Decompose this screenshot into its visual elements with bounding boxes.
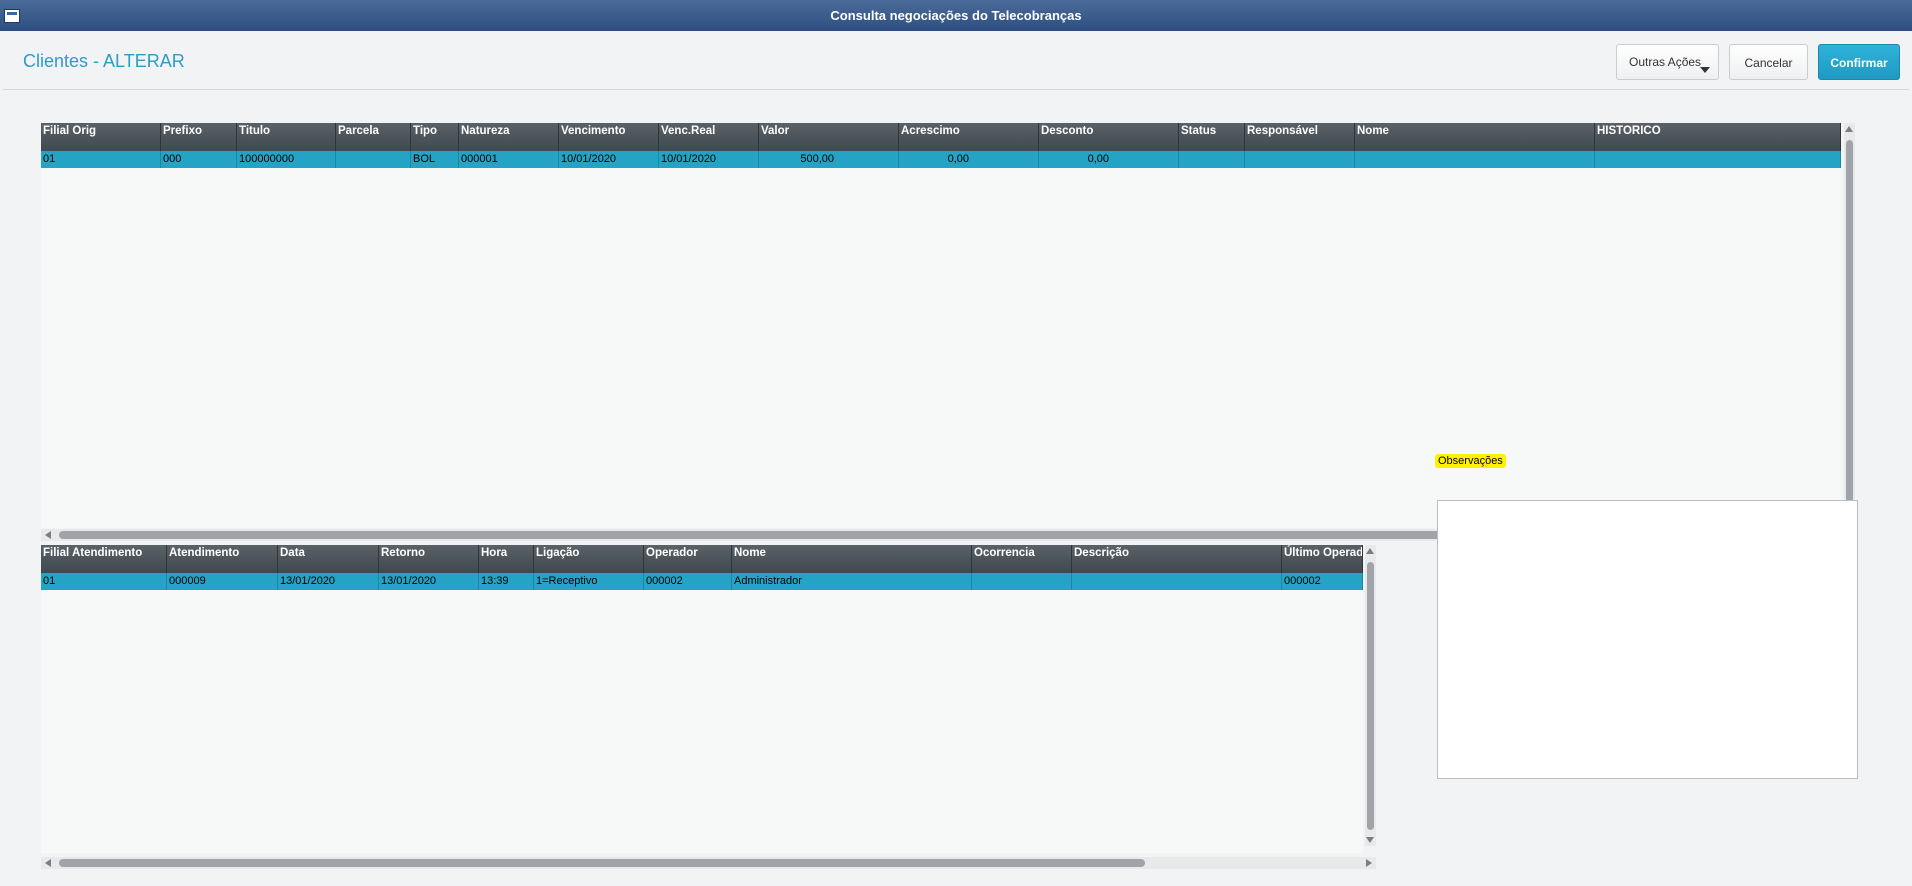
column-header[interactable]: HISTORICO [1595, 123, 1841, 151]
column-header[interactable]: Desconto [1039, 123, 1179, 151]
table-cell: 0,00 [899, 151, 1039, 168]
titles-grid-vertical-scrollbar[interactable] [1844, 123, 1855, 518]
table-cell: BOL [411, 151, 459, 168]
scroll-up-icon[interactable] [1366, 548, 1374, 554]
table-cell: 000002 [1282, 573, 1363, 590]
column-header[interactable]: Atendimento [167, 545, 278, 573]
column-header[interactable]: Data [278, 545, 379, 573]
table-cell: 000 [161, 151, 237, 168]
table-cell: 10/01/2020 [659, 151, 759, 168]
column-header[interactable]: Acrescimo [899, 123, 1039, 151]
table-cell: 10/01/2020 [559, 151, 659, 168]
atendimentos-grid-horizontal-scrollbar[interactable] [41, 857, 1376, 869]
table-cell: 000001 [459, 151, 559, 168]
table-cell: 01 [41, 151, 161, 168]
column-header[interactable]: Nome [1355, 123, 1595, 151]
scroll-right-icon[interactable] [1366, 859, 1372, 867]
column-header[interactable]: Tipo [411, 123, 459, 151]
scroll-thumb[interactable] [1367, 562, 1374, 830]
atendimentos-grid[interactable]: Filial Atendimento Atendimento Data Retorno… [41, 545, 1363, 853]
table-cell: 000009 [167, 573, 278, 590]
more-actions-button[interactable]: Outras Ações [1616, 44, 1719, 80]
scroll-thumb[interactable] [1846, 140, 1853, 503]
window-titlebar: Consulta negociações do Telecobranças [0, 0, 1912, 31]
table-cell: 13/01/2020 [278, 573, 379, 590]
chevron-down-icon [1700, 67, 1710, 73]
observacoes-label: Observações [1435, 454, 1506, 468]
column-header[interactable]: Hora [479, 545, 534, 573]
scroll-left-icon[interactable] [45, 859, 51, 867]
table-cell: 000002 [644, 573, 732, 590]
table-cell [1072, 573, 1282, 590]
scroll-up-icon[interactable] [1845, 126, 1853, 132]
titles-grid[interactable]: Filial Orig Prefixo Titulo Parcela Tipo Natur… [41, 123, 1841, 528]
column-header[interactable]: Nome [732, 545, 972, 573]
column-header[interactable]: Natureza [459, 123, 559, 151]
column-header[interactable]: Titulo [237, 123, 336, 151]
column-header[interactable]: Filial Orig [41, 123, 161, 151]
table-row[interactable]: 01 000 100000000 BOL 000001 10/01/2020 10/01/2… [41, 151, 1841, 168]
table-cell [1355, 151, 1595, 168]
column-header[interactable]: Filial Atendimento [41, 545, 167, 573]
column-header[interactable]: Descrição [1072, 545, 1282, 573]
table-cell: 13/01/2020 [379, 573, 479, 590]
table-cell [1245, 151, 1355, 168]
cancel-button[interactable]: Cancelar [1729, 44, 1808, 80]
table-cell: 13:39 [479, 573, 534, 590]
column-header[interactable]: Ligação [534, 545, 644, 573]
table-cell: 100000000 [237, 151, 336, 168]
column-header[interactable]: Último Operado [1282, 545, 1363, 573]
atendimentos-grid-vertical-scrollbar[interactable] [1365, 545, 1376, 846]
page-title: Clientes - ALTERAR [23, 51, 185, 71]
column-header[interactable]: Operador [644, 545, 732, 573]
table-cell: 1=Receptivo [534, 573, 644, 590]
table-cell: 01 [41, 573, 167, 590]
observacoes-textarea[interactable] [1437, 500, 1858, 779]
table-cell: 0,00 [1039, 151, 1179, 168]
table-cell [1179, 151, 1245, 168]
table-cell [1595, 151, 1841, 168]
column-header[interactable]: Valor [759, 123, 899, 151]
column-header[interactable]: Venc.Real [659, 123, 759, 151]
column-header[interactable]: Retorno [379, 545, 479, 573]
scroll-left-icon[interactable] [45, 531, 51, 539]
column-header[interactable]: Ocorrencia [972, 545, 1072, 573]
titles-grid-header: Filial Orig Prefixo Titulo Parcela Tipo Natur… [41, 123, 1841, 151]
window-title: Consulta negociações do Telecobranças [830, 8, 1082, 23]
column-header[interactable]: Prefixo [161, 123, 237, 151]
page-header: Clientes - ALTERAR Outras Ações Cancelar… [3, 31, 1909, 90]
confirm-button[interactable]: Confirmar [1818, 44, 1900, 80]
table-cell [972, 573, 1072, 590]
column-header[interactable]: Status [1179, 123, 1245, 151]
column-header[interactable]: Vencimento [559, 123, 659, 151]
table-cell: Administrador [732, 573, 972, 590]
more-actions-label: Outras Ações [1629, 55, 1702, 69]
column-header[interactable]: Responsável [1245, 123, 1355, 151]
table-cell [336, 151, 411, 168]
scroll-thumb[interactable] [59, 859, 1145, 867]
table-row[interactable]: 01 000009 13/01/2020 13/01/2020 13:39 1=Recep… [41, 573, 1363, 590]
atendimentos-grid-header: Filial Atendimento Atendimento Data Retorno… [41, 545, 1363, 573]
scroll-down-icon[interactable] [1366, 837, 1374, 843]
column-header[interactable]: Parcela [336, 123, 411, 151]
table-cell: 500,00 [759, 151, 899, 168]
